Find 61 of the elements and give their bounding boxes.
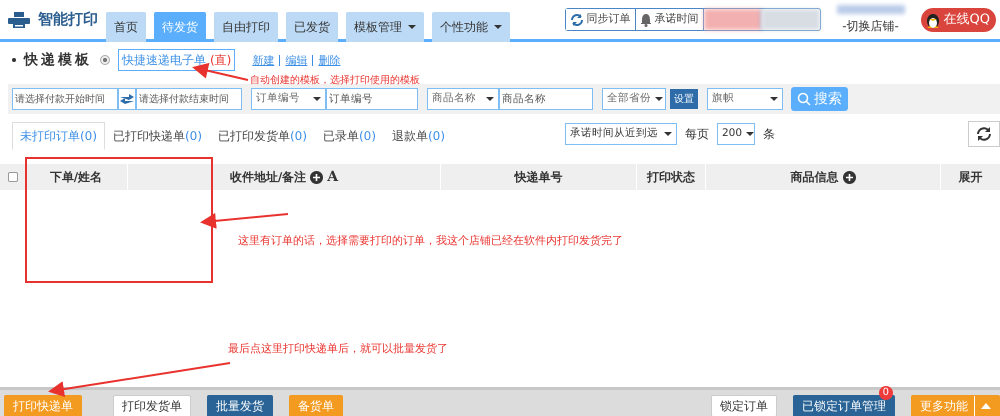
- app-title: 智能打印: [38, 9, 98, 30]
- order-tab[interactable]: 退款单(0): [384, 122, 453, 150]
- search-icon: [797, 92, 811, 106]
- radio-button[interactable]: [100, 55, 110, 65]
- order-tab[interactable]: 已录单(0): [315, 122, 384, 150]
- nav-tab[interactable]: 已发货: [286, 12, 338, 42]
- column-header: 展开: [958, 169, 982, 186]
- toolbar-button[interactable]: 同步订单: [566, 9, 636, 30]
- refresh-button[interactable]: [968, 121, 1000, 147]
- swap-button[interactable]: [118, 88, 136, 110]
- select-field[interactable]: 订单编号: [251, 88, 326, 110]
- footer-button[interactable]: 锁定订单: [711, 395, 777, 416]
- nav-tab[interactable]: 首页: [106, 12, 146, 42]
- column-header: 收件地址/备注: [230, 169, 306, 186]
- refresh-icon: [975, 125, 993, 143]
- nav-tab[interactable]: 模板管理: [346, 12, 424, 42]
- template-option[interactable]: 快捷速递电子单 (直): [118, 49, 236, 71]
- column-header: 商品信息: [790, 169, 838, 186]
- select-field[interactable]: 全部省份: [602, 88, 666, 110]
- printer-icon: [8, 12, 30, 28]
- column-header: 快递单号: [514, 169, 562, 186]
- annotation-text: 自动创建的模板，选择打印使用的模板: [250, 74, 420, 88]
- font-toggle[interactable]: A: [327, 166, 338, 188]
- order-tab[interactable]: 已打印发货单(0): [210, 122, 315, 150]
- select-field[interactable]: 承诺时间从近到远: [565, 123, 677, 145]
- qq-button[interactable]: 在线QQ: [920, 8, 996, 32]
- order-tab[interactable]: 未打印订单(0): [12, 122, 105, 150]
- nav-tab[interactable]: 个性功能: [432, 12, 510, 42]
- footer-button[interactable]: 批量发货: [207, 395, 273, 416]
- per-page-unit: 条: [763, 126, 775, 143]
- template-action-link[interactable]: 编辑: [279, 54, 312, 66]
- bullet-icon: [12, 58, 16, 62]
- section-title: 快递模板: [24, 50, 92, 70]
- select-field[interactable]: 商品名称: [427, 88, 499, 110]
- annotation-text: 这里有订单的话，选择需要打印的订单，我这个店铺已经在软件内打印发货完了: [238, 233, 623, 249]
- checkbox[interactable]: [8, 172, 18, 182]
- input-field[interactable]: 订单编号: [326, 88, 418, 110]
- select-field[interactable]: 200: [717, 123, 755, 145]
- switch-store-link[interactable]: -切换店铺-: [842, 16, 899, 34]
- nav-tab[interactable]: 自由打印: [214, 12, 278, 42]
- template-action-link[interactable]: 删除: [312, 54, 346, 66]
- add-icon: [842, 170, 856, 184]
- order-tab[interactable]: 已打印快递单(0): [105, 122, 210, 150]
- add-icon: [310, 170, 324, 184]
- date-field[interactable]: 请选择付款结束时间: [136, 88, 242, 110]
- date-field[interactable]: 请选择付款开始时间: [12, 88, 118, 110]
- footer-button[interactable]: 已锁定订单管理: [793, 395, 895, 416]
- bell-icon: [640, 12, 652, 26]
- input-field[interactable]: 商品名称: [499, 88, 593, 110]
- sync-icon: [570, 12, 584, 26]
- settings-button[interactable]: 设置: [670, 89, 698, 109]
- select-field[interactable]: 旗帜: [707, 88, 783, 110]
- footer-button[interactable]: 打印发货单: [113, 395, 191, 416]
- annotation-text: 最后点这里打印快递单后，就可以批量发货了: [228, 341, 448, 357]
- template-action-link[interactable]: 新建: [247, 54, 280, 66]
- blurred-username: [836, 4, 905, 14]
- column-header: 打印状态: [647, 169, 695, 186]
- per-page-label: 每页: [685, 126, 709, 143]
- swap-icon: [120, 94, 134, 104]
- count-badge: 0: [878, 386, 893, 400]
- column-header: 下单/姓名: [50, 169, 102, 186]
